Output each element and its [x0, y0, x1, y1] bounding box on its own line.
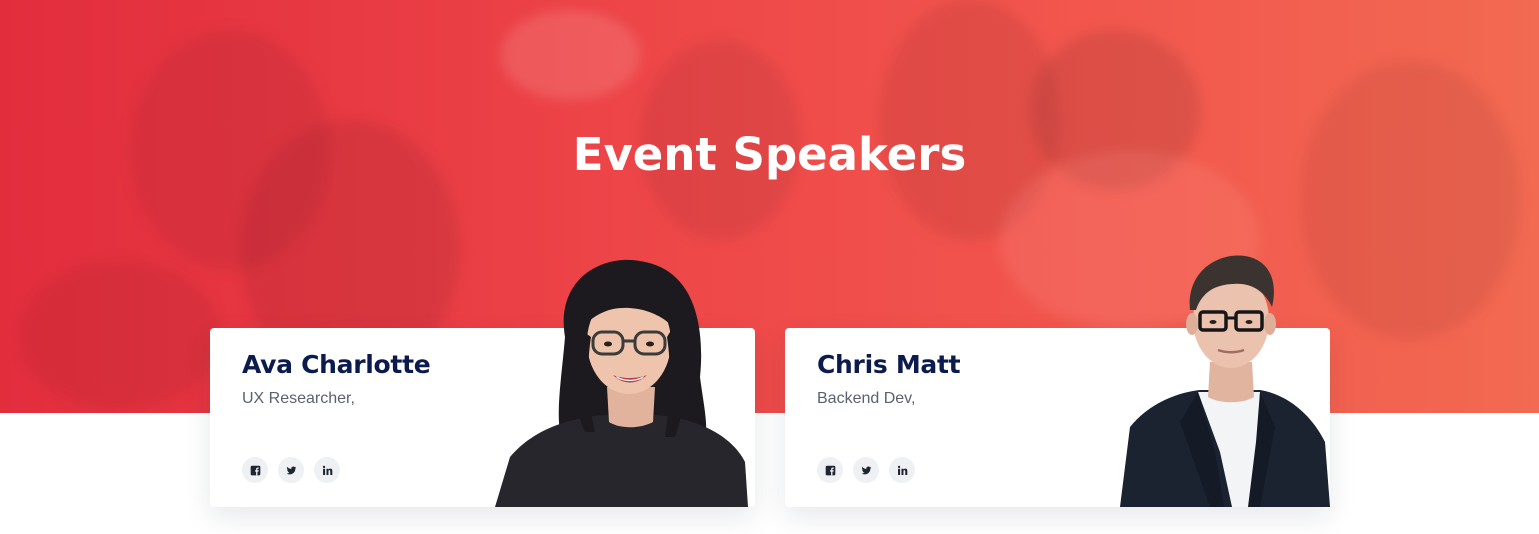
- facebook-icon[interactable]: [817, 457, 843, 483]
- twitter-icon[interactable]: [278, 457, 304, 483]
- speaker-name: Ava Charlotte: [242, 350, 431, 379]
- speaker-photo: [1120, 255, 1330, 507]
- social-links[interactable]: [817, 457, 915, 483]
- linkedin-icon[interactable]: [314, 457, 340, 483]
- speaker-role: Backend Dev,: [817, 390, 916, 407]
- facebook-icon[interactable]: [242, 457, 268, 483]
- speaker-name: Chris Matt: [817, 350, 961, 379]
- speaker-card: Chris Matt Backend Dev,: [785, 255, 1330, 507]
- page-title: Event Speakers: [572, 128, 967, 181]
- linkedin-icon[interactable]: [889, 457, 915, 483]
- twitter-icon[interactable]: [853, 457, 879, 483]
- speaker-role: UX Researcher,: [242, 390, 355, 407]
- speaker-photo: [495, 259, 748, 507]
- social-links: [242, 457, 340, 483]
- speaker-card: Ava Charlotte UX Researcher,: [210, 259, 755, 507]
